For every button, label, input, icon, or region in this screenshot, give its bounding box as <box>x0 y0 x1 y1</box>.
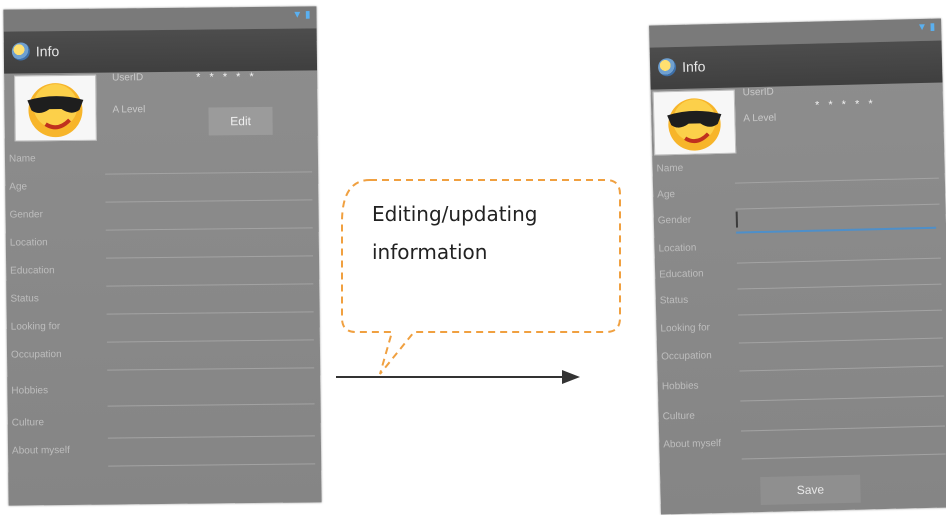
profile-screen-edit: ▼ ▮ Info UserID * * * * * A Level Name A… <box>649 18 946 515</box>
field-label: Culture <box>11 417 45 429</box>
field-label: Occupation <box>661 350 712 363</box>
field-label: Looking for <box>10 321 61 333</box>
app-title: Info <box>681 58 706 75</box>
field-line <box>107 403 315 407</box>
field-label: Culture <box>662 410 696 423</box>
field-label: Name <box>656 162 684 175</box>
avatar[interactable] <box>652 89 737 156</box>
field-row-looking-for[interactable]: Looking for <box>7 314 320 345</box>
arrow-right-icon <box>336 370 580 384</box>
status-icons: ▼ ▮ <box>916 21 936 34</box>
field-row-name[interactable]: Name <box>5 146 318 177</box>
user-id-label: UserID <box>742 86 774 99</box>
field-row-status[interactable]: Status <box>6 286 319 317</box>
field-row-location[interactable]: Location <box>6 230 319 261</box>
field-label: Looking for <box>660 322 711 335</box>
field-label: Location <box>9 237 48 249</box>
field-row-age[interactable]: Age <box>5 174 318 205</box>
field-label: Education <box>659 268 704 281</box>
app-icon[interactable] <box>657 57 677 77</box>
text-cursor <box>735 211 739 228</box>
user-id-label: UserID <box>112 72 144 84</box>
field-label: Location <box>658 242 697 255</box>
smiley-sunglasses-icon <box>667 98 722 151</box>
field-line <box>741 453 946 460</box>
callout-line-2: information <box>372 240 488 264</box>
field-row-hobbies[interactable]: Hobbies <box>658 370 946 405</box>
field-label: Gender <box>657 214 692 227</box>
field-row-culture[interactable]: Culture <box>8 410 321 441</box>
action-bar: Info <box>3 28 318 74</box>
level-label: A Level <box>112 104 146 116</box>
field-label: Status <box>10 293 39 305</box>
field-row-education[interactable]: Education <box>6 258 319 289</box>
field-label: Age <box>9 181 28 193</box>
callout-line-1: Editing/updating <box>372 202 538 226</box>
level-label: A Level <box>743 112 777 125</box>
field-label: Hobbies <box>661 380 699 393</box>
field-label: Name <box>8 153 36 165</box>
field-row-about-myself[interactable]: About myself <box>8 438 321 469</box>
edit-button[interactable]: Edit <box>208 106 273 136</box>
save-button[interactable]: Save <box>760 474 861 506</box>
field-label: Occupation <box>10 349 62 361</box>
field-label: Education <box>10 265 55 277</box>
field-line <box>107 367 315 371</box>
app-icon[interactable] <box>11 42 30 61</box>
field-line <box>108 463 316 467</box>
field-label: Hobbies <box>11 385 49 397</box>
field-label: About myself <box>663 438 722 451</box>
field-row-gender[interactable]: Gender <box>5 202 318 233</box>
field-row-hobbies[interactable]: Hobbies <box>7 378 320 409</box>
app-title: Info <box>35 43 60 60</box>
field-row-occupation[interactable]: Occupation <box>7 342 320 373</box>
field-row-occupation[interactable]: Occupation <box>657 340 946 375</box>
field-label: Status <box>659 294 689 307</box>
user-id-value: * * * * * <box>196 71 257 84</box>
field-label: Age <box>657 189 676 201</box>
action-bar: Info <box>649 40 943 90</box>
smiley-sunglasses-icon <box>27 83 84 138</box>
field-label: Gender <box>9 209 43 221</box>
field-label: About myself <box>11 444 70 457</box>
field-row-about-myself[interactable]: About myself <box>659 428 946 463</box>
status-icons: ▼ ▮ <box>292 9 311 21</box>
avatar[interactable] <box>14 74 97 142</box>
user-id-value: * * * * * <box>814 98 876 112</box>
profile-screen-view: ▼ ▮ Info UserID * * * * * A Level Edit N… <box>3 6 322 506</box>
